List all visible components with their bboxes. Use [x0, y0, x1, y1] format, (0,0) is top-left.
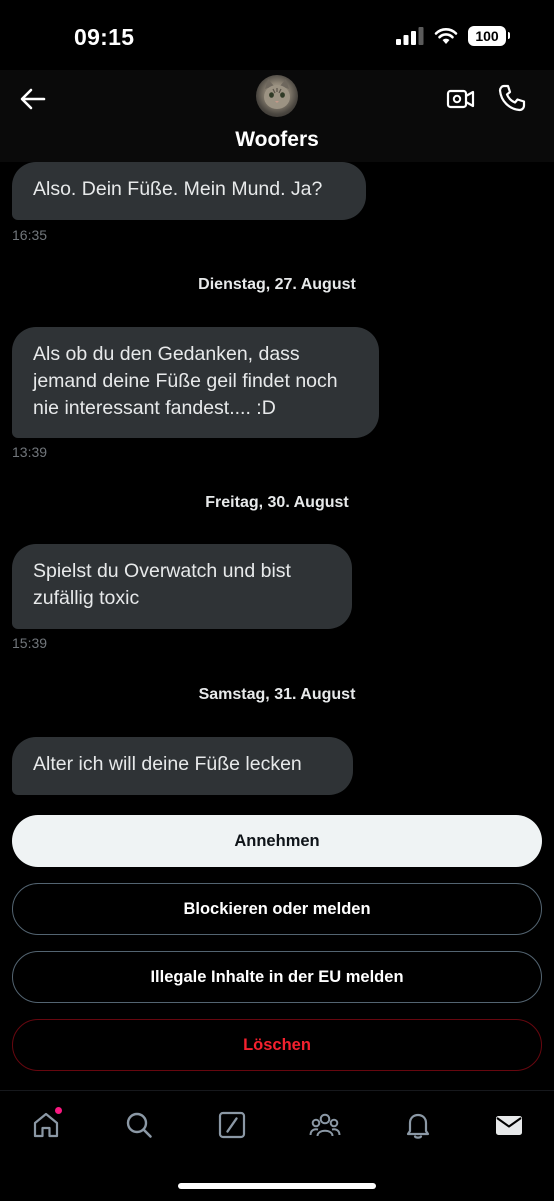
phone-icon: [498, 84, 526, 112]
home-indicator[interactable]: [178, 1183, 376, 1189]
status-indicators: 100: [396, 26, 510, 46]
video-camera-icon: [446, 89, 475, 109]
mail-icon: [496, 1116, 522, 1135]
date-separator: Freitag, 30. August: [205, 494, 349, 511]
message-bubble[interactable]: Als ob du den Gedanken, dass jemand dein…: [12, 327, 379, 438]
block-or-report-button[interactable]: Blockieren oder melden: [12, 883, 542, 935]
wifi-icon: [434, 28, 458, 44]
message-bubble[interactable]: Also. Dein Füße. Mein Mund. Ja?: [12, 162, 366, 220]
delete-button[interactable]: Löschen: [12, 1019, 542, 1071]
search-icon: [126, 1112, 152, 1138]
notification-dot: [55, 1107, 62, 1114]
status-time: 09:15: [74, 24, 135, 50]
date-separator: Samstag, 31. August: [198, 686, 356, 703]
message-bubble[interactable]: Spielst du Overwatch und bist zufällig t…: [12, 544, 352, 629]
tab-notifications[interactable]: [402, 1109, 434, 1141]
message-timestamp: 15:39: [12, 635, 48, 651]
conversation-header: Woofers: [0, 70, 554, 162]
contact-name[interactable]: Woofers: [0, 128, 554, 152]
compose-icon: [218, 1111, 246, 1139]
date-separator: Dienstag, 27. August: [198, 276, 356, 293]
communities-icon: [309, 1113, 341, 1137]
tab-compose[interactable]: [216, 1109, 248, 1141]
tab-search[interactable]: [123, 1109, 155, 1141]
report-illegal-content-eu-button[interactable]: Illegale Inhalte in der EU melden: [12, 951, 542, 1003]
accept-button[interactable]: Annehmen: [12, 815, 542, 867]
cat-avatar-image: [264, 79, 290, 109]
message-bubble[interactable]: Alter ich will deine Füße lecken: [12, 737, 353, 795]
message-timestamp: 13:39: [12, 444, 48, 460]
tab-home[interactable]: [30, 1107, 62, 1141]
video-call-button[interactable]: [446, 84, 476, 114]
tab-communities[interactable]: [309, 1109, 341, 1141]
avatar[interactable]: [256, 75, 298, 117]
voice-call-button[interactable]: [497, 83, 527, 113]
cellular-signal-icon: [396, 27, 424, 45]
message-list[interactable]: Also. Dein Füße. Mein Mund. Ja? 16:35 Di…: [0, 162, 554, 802]
back-arrow-icon: [20, 88, 46, 110]
home-icon: [33, 1112, 59, 1138]
back-button[interactable]: [18, 84, 48, 114]
message-timestamp: 16:35: [12, 227, 48, 243]
bell-icon: [406, 1113, 430, 1139]
status-bar: 09:15 100: [0, 0, 554, 70]
battery-indicator: 100: [468, 26, 510, 46]
tab-messages[interactable]: [493, 1109, 525, 1141]
